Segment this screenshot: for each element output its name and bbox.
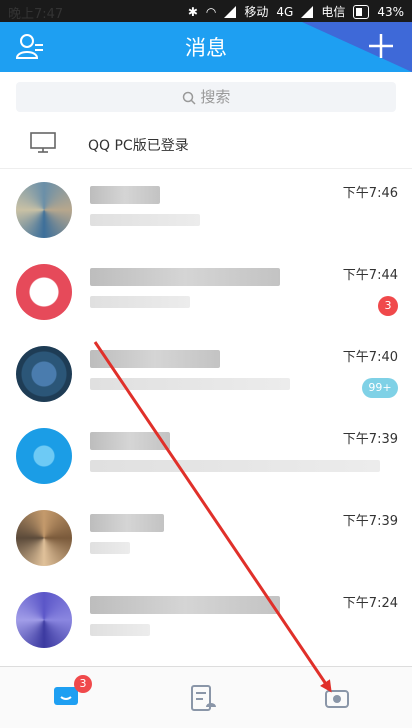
plus-icon[interactable]: [366, 31, 396, 61]
avatar: [16, 264, 72, 320]
tab-messages[interactable]: 3: [52, 675, 92, 717]
contact-name-blurred: [90, 432, 170, 450]
chat-time: 下午7:44: [342, 268, 398, 283]
carrier-2: 电信: [321, 5, 346, 19]
pc-login-bar[interactable]: QQ PC版已登录: [0, 122, 412, 169]
chat-item[interactable]: 下午7:24: [0, 578, 412, 660]
tab-bar: 3: [0, 666, 412, 728]
contact-name-blurred: [90, 350, 220, 368]
chat-time: 下午7:39: [342, 514, 398, 529]
messages-badge: 3: [74, 675, 92, 693]
unread-badge: 99+: [362, 378, 398, 398]
search-placeholder: 搜索: [200, 88, 231, 106]
status-right: ✱ ◠ 移动 4G 电信 43%: [188, 3, 404, 20]
message-preview-blurred: [90, 542, 130, 554]
avatar: [16, 346, 72, 402]
message-preview-blurred: [90, 296, 190, 308]
avatar: [16, 428, 72, 484]
contact-name-blurred: [90, 186, 160, 204]
header: 消息: [0, 22, 412, 72]
signal-icon-2: [301, 5, 314, 18]
chat-time: 下午7:24: [342, 596, 398, 611]
page-title: 消息: [185, 36, 227, 60]
message-preview-blurred: [90, 624, 150, 636]
contact-name-blurred: [90, 596, 280, 614]
network-type: 4G: [276, 4, 294, 19]
chat-item[interactable]: 下午7:40 99+: [0, 332, 412, 414]
avatar: [16, 592, 72, 648]
chat-time: 下午7:46: [342, 186, 398, 201]
message-preview-blurred: [90, 460, 380, 472]
message-preview-blurred: [90, 214, 200, 226]
carrier-1: 移动: [244, 5, 269, 19]
chat-item[interactable]: 下午7:46: [0, 168, 412, 250]
wifi-icon: ◠: [205, 4, 217, 19]
tab-contacts[interactable]: [188, 677, 228, 717]
tab-dynamic[interactable]: [322, 677, 362, 717]
battery-level: 43%: [377, 4, 404, 19]
search-input[interactable]: 搜索: [16, 82, 396, 112]
monitor-icon: [30, 132, 56, 153]
avatar: [16, 182, 72, 238]
chat-item[interactable]: 下午7:39: [0, 414, 412, 496]
battery-icon: [353, 4, 370, 19]
search-icon: [182, 91, 196, 105]
chat-time: 下午7:39: [342, 432, 398, 447]
contact-name-blurred: [90, 514, 164, 532]
avatar: [16, 510, 72, 566]
signal-icon: [224, 5, 237, 18]
message-preview-blurred: [90, 378, 290, 390]
unread-badge: 3: [378, 296, 398, 316]
contacts-list-icon: [191, 685, 216, 711]
dynamic-icon: [325, 690, 349, 708]
chat-item[interactable]: 下午7:44 3: [0, 250, 412, 332]
contact-name-blurred: [90, 268, 280, 286]
chat-time: 下午7:40: [342, 350, 398, 365]
chat-item[interactable]: 下午7:39: [0, 496, 412, 578]
bluetooth-icon: ✱: [187, 4, 198, 19]
status-bar: 晚上7:47 ✱ ◠ 移动 4G 电信 43%: [0, 0, 412, 22]
pc-login-text: QQ PC版已登录: [88, 138, 189, 154]
